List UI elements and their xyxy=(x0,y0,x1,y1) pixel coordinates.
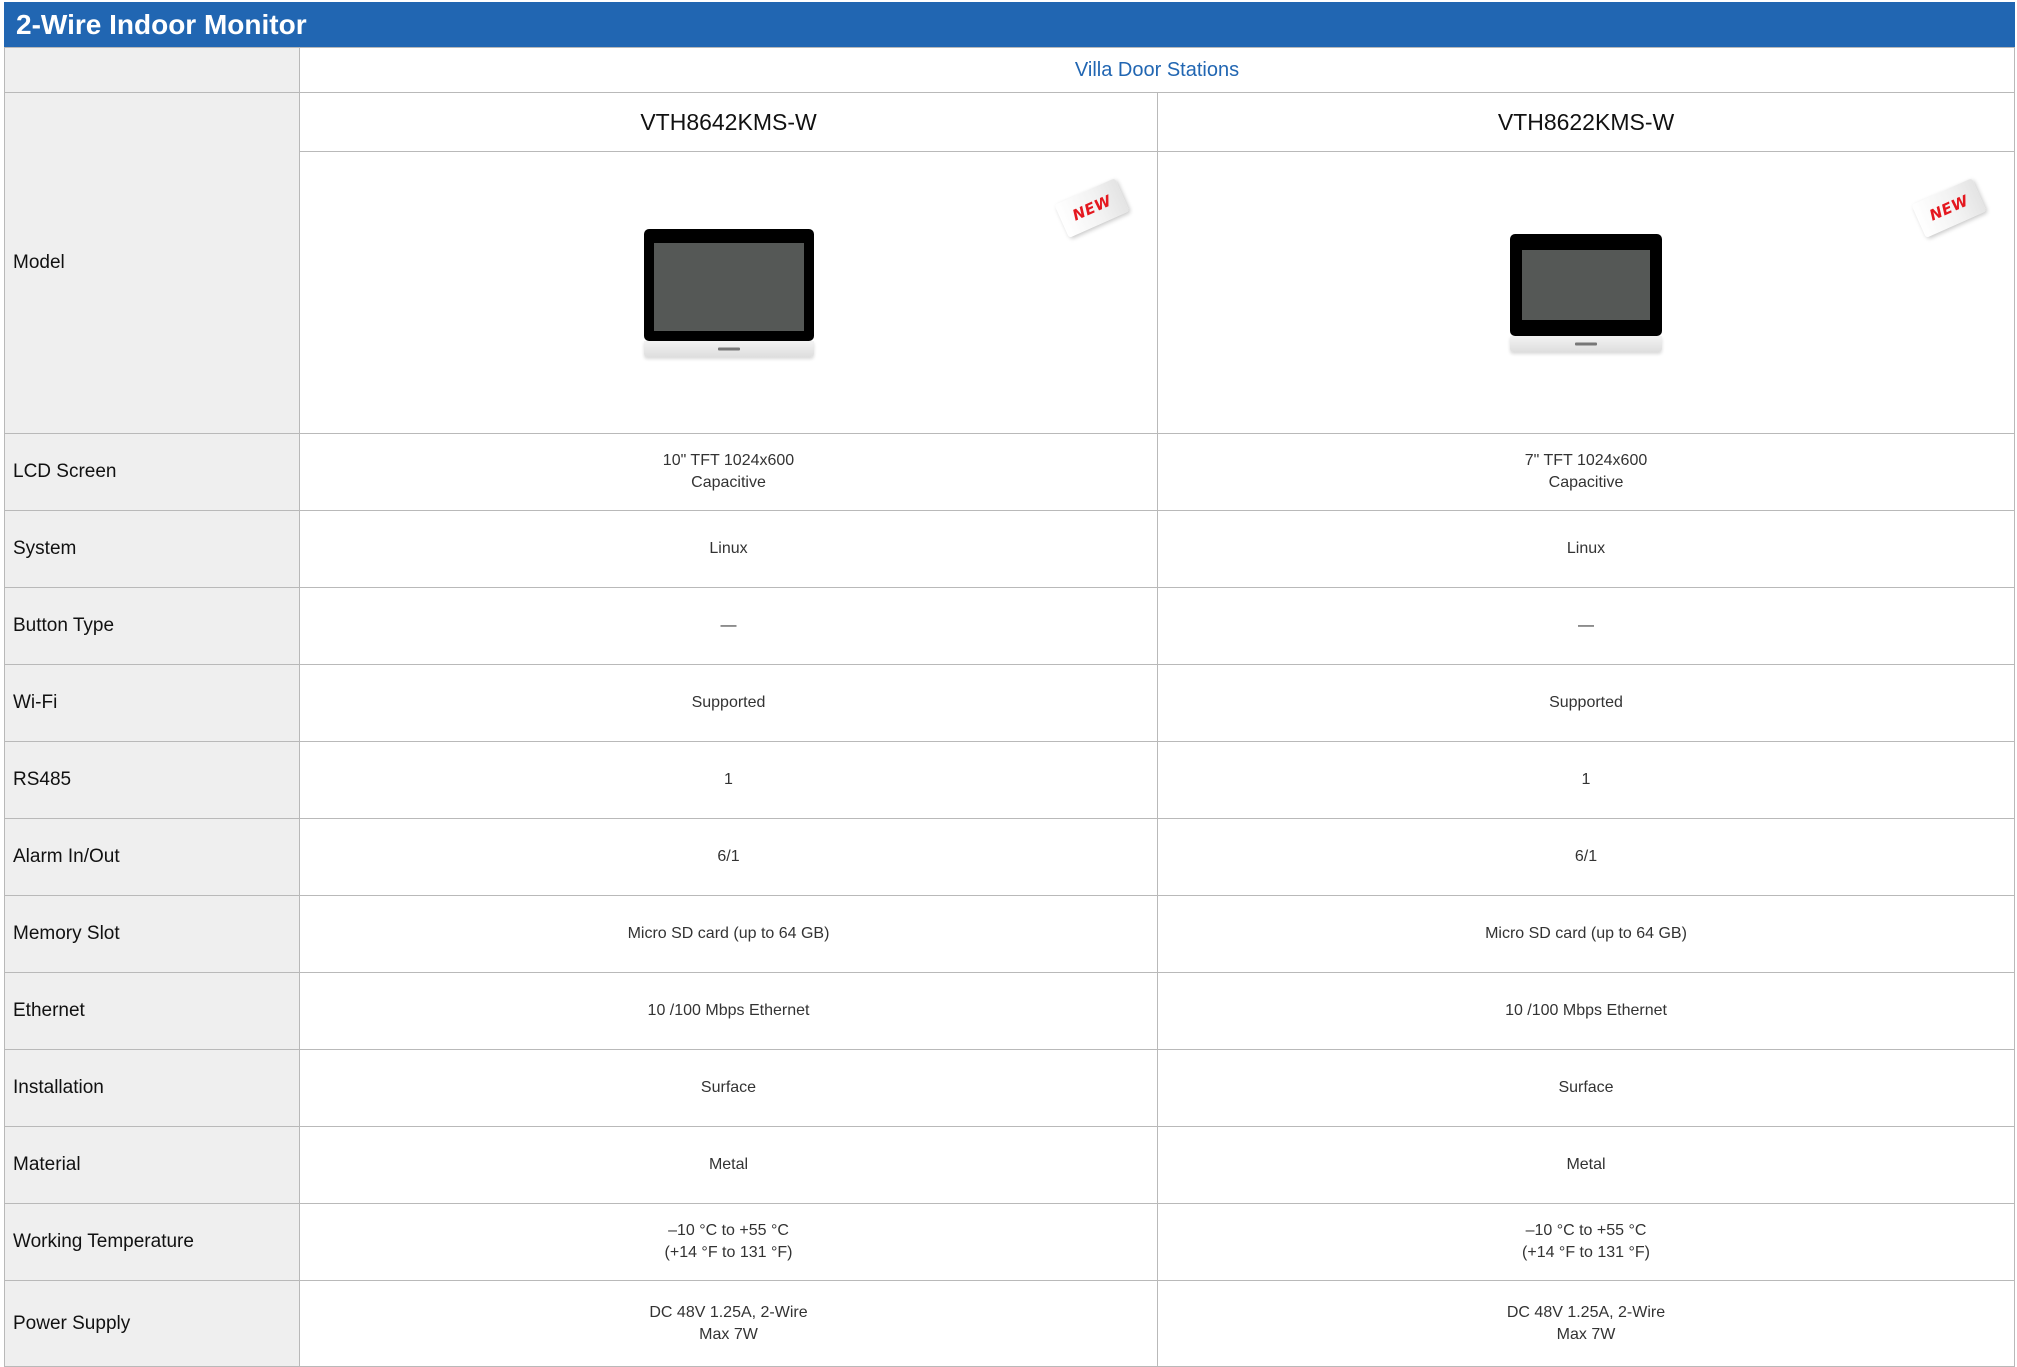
model-name: VTH8622KMS-W xyxy=(1156,92,2016,152)
product-image-cell: NEW xyxy=(1156,151,2016,434)
spec-value: DC 48V 1.25A, 2-Wire Max 7W xyxy=(1156,1280,2016,1367)
empty-header-cell xyxy=(4,47,300,93)
spec-value-line: DC 48V 1.25A, 2-Wire xyxy=(1506,1303,1666,1321)
series-row: Villa Door Stations xyxy=(4,47,2016,93)
spec-row-alarm: Alarm In/Out 6/1 6/1 xyxy=(4,818,2016,896)
series-header: Villa Door Stations xyxy=(298,47,2016,93)
row-label: Alarm In/Out xyxy=(4,818,300,896)
row-label: RS485 xyxy=(4,741,300,819)
new-badge: NEW xyxy=(1054,178,1130,238)
spec-value-line: Max 7W xyxy=(699,1325,758,1343)
monitor-product-image xyxy=(643,228,814,357)
spec-value: Supported xyxy=(299,664,1158,742)
spec-row-power: Power Supply DC 48V 1.25A, 2-Wire Max 7W… xyxy=(4,1280,2016,1367)
row-label: Installation xyxy=(4,1049,300,1127)
spec-value: Micro SD card (up to 64 GB) xyxy=(299,895,1158,973)
spec-value: Micro SD card (up to 64 GB) xyxy=(1156,895,2016,973)
row-label: Memory Slot xyxy=(4,895,300,973)
spec-row-memory: Memory Slot Micro SD card (up to 64 GB) … xyxy=(4,895,2016,973)
spec-value-line: Max 7W xyxy=(1556,1325,1616,1343)
spec-value: Supported xyxy=(1156,664,2016,742)
spec-row-button-type: Button Type — — xyxy=(4,587,2016,665)
monitor-product-image xyxy=(1510,233,1662,352)
new-badge-label: NEW xyxy=(1069,191,1115,225)
spec-row-lcd: LCD Screen 10" TFT 1024x600 Capacitive 7… xyxy=(4,433,2016,511)
spec-value-line: –10 °C to +55 °C xyxy=(668,1222,789,1239)
spec-value: 6/1 xyxy=(1156,818,2016,896)
spec-value: 10 /100 Mbps Ethernet xyxy=(1156,972,2016,1050)
spec-value: 10" TFT 1024x600 Capacitive xyxy=(299,433,1158,511)
row-label: LCD Screen xyxy=(4,433,300,511)
spec-value: 10 /100 Mbps Ethernet xyxy=(299,972,1158,1050)
spec-value-line: –10 °C to +55 °C xyxy=(1525,1222,1647,1239)
monitor-frame xyxy=(1510,233,1662,336)
spec-value: — xyxy=(1156,587,2016,665)
model-image-row: NEW NEW xyxy=(5,151,2016,434)
spec-value: Metal xyxy=(299,1126,1158,1204)
spec-value: –10 °C to +55 °C (+14 °F to 131 °F) xyxy=(299,1203,1158,1281)
spec-value: — xyxy=(299,587,1158,665)
spec-row-system: System Linux Linux xyxy=(4,510,2016,588)
row-label: System xyxy=(4,510,300,588)
row-label: Power Supply xyxy=(4,1280,300,1367)
spec-value-line: Capacitive xyxy=(1548,474,1624,491)
row-label: Ethernet xyxy=(4,972,300,1050)
spec-value: 7" TFT 1024x600 Capacitive xyxy=(1156,433,2016,511)
spec-value: Surface xyxy=(1156,1049,2016,1127)
brand-logo xyxy=(1575,342,1597,345)
monitor-base xyxy=(1510,335,1662,352)
spec-row-temperature: Working Temperature –10 °C to +55 °C (+1… xyxy=(4,1203,2016,1281)
new-badge-label: NEW xyxy=(1926,191,1972,225)
spec-value: Metal xyxy=(1156,1126,2016,1204)
model-name: VTH8642KMS-W xyxy=(299,92,1158,152)
new-badge: NEW xyxy=(1911,178,1987,238)
spec-value-line: Capacitive xyxy=(691,474,766,491)
spec-row-rs485: RS485 1 1 xyxy=(4,741,2016,819)
spec-row-material: Material Metal Metal xyxy=(4,1126,2016,1204)
spec-value-line: 7" TFT 1024x600 xyxy=(1524,452,1648,469)
spec-value-line: 10" TFT 1024x600 xyxy=(662,452,795,469)
brand-logo xyxy=(717,347,740,350)
row-label: Button Type xyxy=(4,587,300,665)
row-label: Wi-Fi xyxy=(4,664,300,742)
spec-value-line: (+14 °F to 131 °F) xyxy=(664,1244,793,1261)
monitor-screen xyxy=(1522,249,1650,320)
spec-value-line: DC 48V 1.25A, 2-Wire xyxy=(649,1303,808,1321)
monitor-screen xyxy=(653,242,804,331)
spec-value-line: (+14 °F to 131 °F) xyxy=(1522,1244,1650,1261)
spec-value: –10 °C to +55 °C (+14 °F to 131 °F) xyxy=(1156,1203,2016,1281)
spec-value: 6/1 xyxy=(299,818,1158,896)
page-title: 2-Wire Indoor Monitor xyxy=(4,2,2015,47)
row-label-model: Model xyxy=(4,92,300,434)
spec-row-wifi: Wi-Fi Supported Supported xyxy=(4,664,2016,742)
spec-value: 1 xyxy=(1156,741,2016,819)
spec-table: Villa Door Stations Model VTH8642KMS-W V… xyxy=(4,47,2016,1367)
monitor-frame xyxy=(643,228,814,341)
spec-value: Linux xyxy=(1156,510,2016,588)
spec-value: Surface xyxy=(299,1049,1158,1127)
spec-value: DC 48V 1.25A, 2-Wire Max 7W xyxy=(299,1280,1158,1367)
row-label: Material xyxy=(4,1126,300,1204)
product-image-cell: NEW xyxy=(299,151,1158,434)
spec-value: Linux xyxy=(299,510,1158,588)
row-label: Working Temperature xyxy=(4,1203,300,1281)
model-name-row: Model VTH8642KMS-W VTH8622KMS-W xyxy=(4,92,2016,434)
spec-value: 1 xyxy=(299,741,1158,819)
spec-row-installation: Installation Surface Surface xyxy=(4,1049,2016,1127)
monitor-base xyxy=(643,340,814,357)
spec-row-ethernet: Ethernet 10 /100 Mbps Ethernet 10 /100 M… xyxy=(4,972,2016,1050)
